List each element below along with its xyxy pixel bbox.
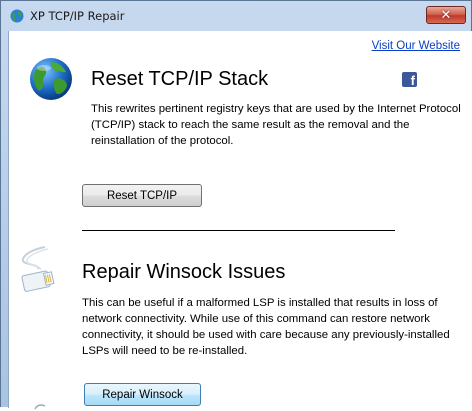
section-title-repair-winsock: Repair Winsock Issues (82, 261, 286, 283)
network-cable-icon (21, 246, 55, 292)
facebook-icon[interactable]: f (402, 72, 417, 87)
window-title: XP TCP/IP Repair (30, 9, 125, 23)
close-button[interactable]: ✕ (426, 6, 466, 24)
app-globe-icon (10, 9, 24, 23)
section-divider (82, 230, 395, 231)
section-title-reset-tcpip: Reset TCP/IP Stack (91, 68, 269, 90)
section-description-repair-winsock: This can be useful if a malformed LSP is… (82, 297, 450, 357)
globe-icon (30, 58, 72, 100)
app-window: XP TCP/IP Repair ✕ Visit Our Website f R… (0, 0, 472, 410)
visit-website-link[interactable]: Visit Our Website (372, 40, 460, 52)
close-icon: ✕ (440, 7, 452, 23)
main-panel: Visit Our Website f Reset TCP/IP Stack T… (8, 31, 472, 410)
repair-winsock-button[interactable]: Repair Winsock (84, 383, 201, 406)
title-bar[interactable]: XP TCP/IP Repair ✕ (1, 1, 471, 31)
partial-icon (34, 404, 46, 410)
reset-tcpip-button[interactable]: Reset TCP/IP (82, 184, 202, 207)
section-description-reset-tcpip: This rewrites pertinent registry keys th… (91, 103, 461, 147)
